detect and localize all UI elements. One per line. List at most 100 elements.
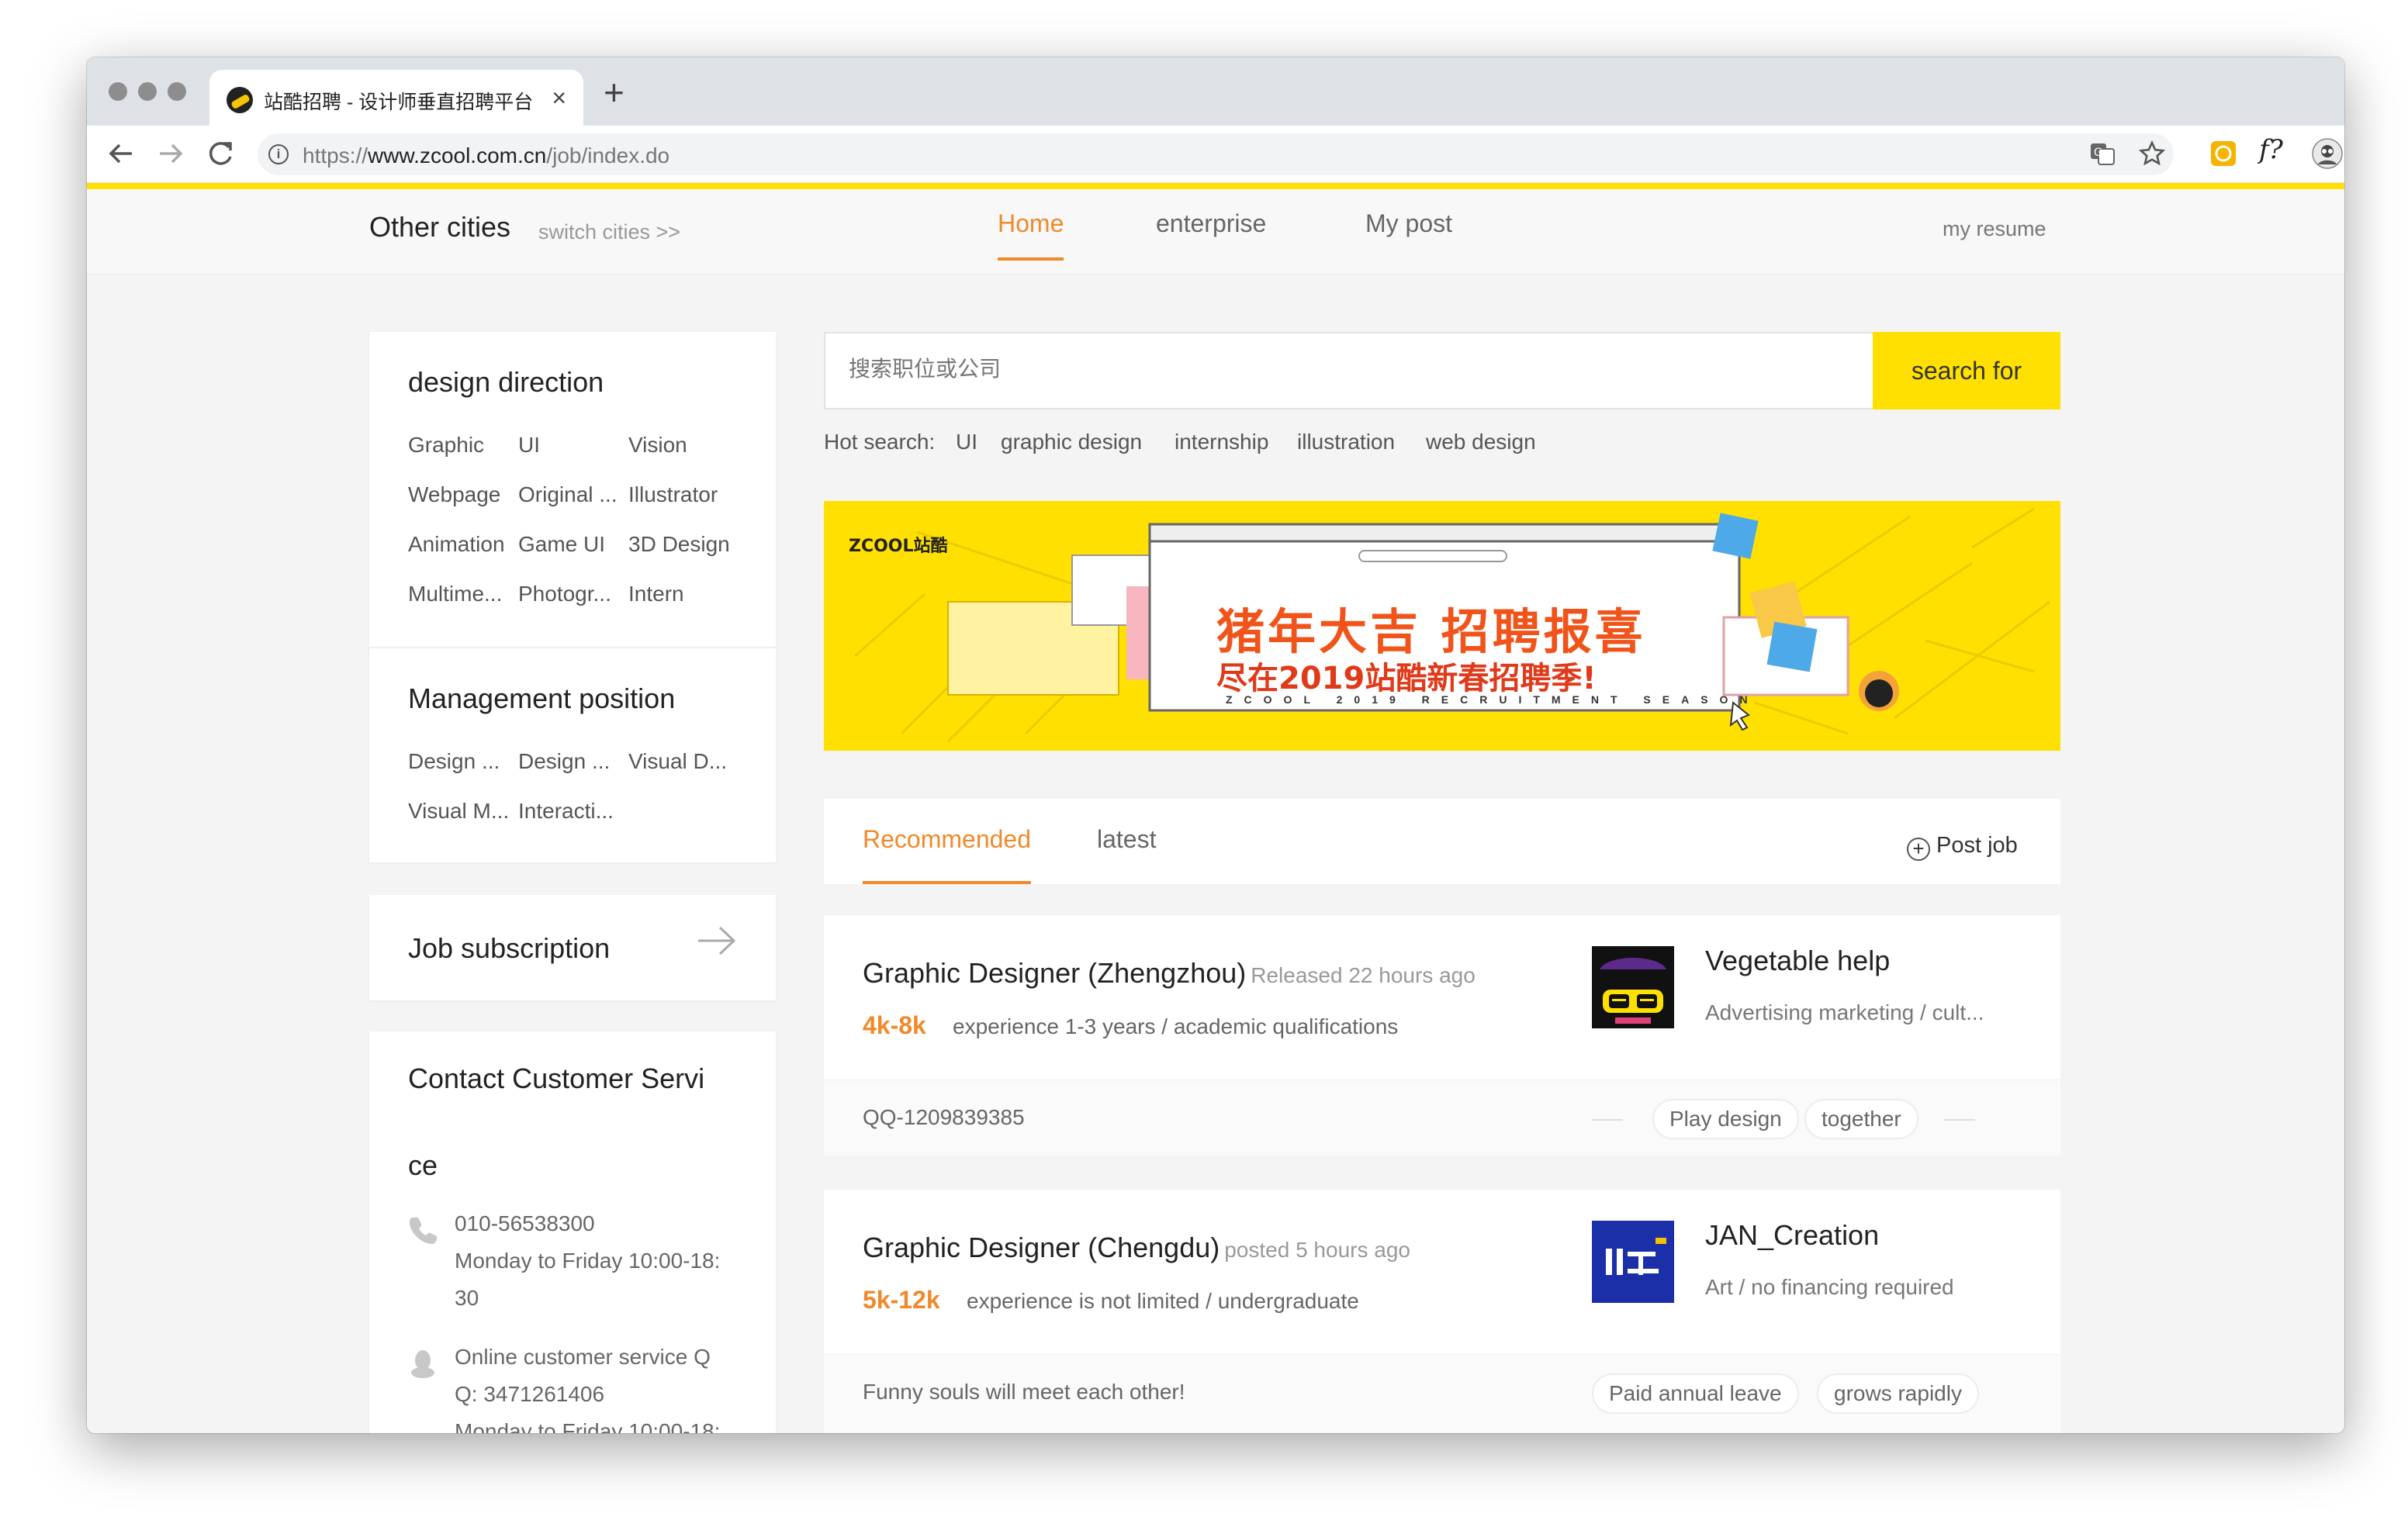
address-bar[interactable]: i https://www.zcool.com.cn/job/index.do … — [258, 133, 2174, 175]
filter-photography[interactable]: Photogr... — [518, 582, 623, 606]
filter-intern[interactable]: Intern — [628, 582, 745, 606]
contact-title-wrap: ce — [408, 1149, 438, 1181]
tab-close-icon[interactable]: × — [552, 82, 566, 113]
filter-visual-director[interactable]: Visual D... — [628, 749, 745, 774]
hot-search-label: Hot search: — [824, 430, 936, 454]
arrow-right-icon — [695, 923, 739, 962]
qq-hours: Monday to Friday 10:00-18: — [455, 1419, 721, 1433]
job-tag: together — [1804, 1099, 1918, 1139]
qq-service: Online customer service Q — [455, 1345, 711, 1369]
design-direction-card: design direction Graphic UI Vision Webpa… — [369, 332, 776, 862]
job-subscription-label: Job subscription — [408, 932, 611, 964]
contact-title: Contact Customer Servi — [408, 1062, 705, 1094]
plus-circle-icon: + — [1907, 838, 1930, 861]
phone-icon — [408, 1214, 438, 1248]
tab-recommended[interactable]: Recommended — [863, 825, 1031, 884]
qq-icon — [408, 1348, 438, 1383]
job-card-footer: Funny souls will meet each other! Paid a… — [824, 1354, 2060, 1433]
filter-webpage[interactable]: Webpage — [408, 482, 513, 507]
reload-icon[interactable] — [205, 136, 236, 178]
hot-search-ui[interactable]: UI — [956, 430, 977, 454]
filter-graphic[interactable]: Graphic — [408, 433, 509, 458]
company-logo[interactable] — [1592, 946, 1674, 1028]
maximize-window-button[interactable] — [168, 82, 186, 101]
hot-search-web-design[interactable]: web design — [1426, 430, 1536, 454]
job-tag: Paid annual leave — [1592, 1373, 1799, 1414]
zcool-favicon-icon — [227, 87, 253, 113]
browser-toolbar: i https://www.zcool.com.cn/job/index.do … — [87, 126, 2344, 183]
tab-title: 站酷招聘 - 设计师垂直招聘平台 — [264, 92, 534, 113]
current-city: Other cities — [369, 211, 511, 243]
job-salary: 4k-8k — [863, 1011, 926, 1039]
filter-game-ui[interactable]: Game UI — [518, 532, 628, 557]
job-card-footer: QQ-1209839385 Play design together — [824, 1080, 2060, 1156]
filter-visual-manager[interactable]: Visual M... — [408, 799, 513, 824]
company-logo[interactable] — [1592, 1221, 1674, 1303]
switch-cities-link[interactable]: switch cities >> — [538, 220, 680, 244]
post-job-button[interactable]: + Post job — [1907, 833, 2018, 861]
tag-separator — [1592, 1119, 1623, 1121]
filter-multimedia[interactable]: Multime... — [408, 582, 513, 606]
info-icon[interactable]: i — [268, 144, 289, 164]
job-posted-time: Released 22 hours ago — [1251, 963, 1476, 987]
banner-tagline: ZCOOL 2019 RECRUITMENT SEASON — [1226, 693, 1759, 706]
phone-hours-wrap: 30 — [455, 1286, 479, 1310]
company-name[interactable]: JAN_Creation — [1705, 1219, 1879, 1252]
company-description: Advertising marketing / cult... — [1705, 1000, 1984, 1024]
job-tabs-bar: Recommended latest — [824, 799, 2060, 884]
job-tag: Play design — [1652, 1099, 1799, 1139]
job-card[interactable]: Graphic Designer (Zhengzhou) Released 22 … — [824, 915, 2060, 1156]
filter-interaction[interactable]: Interacti... — [518, 799, 627, 824]
tag-separator — [1944, 1119, 1975, 1121]
qq-number: Q: 3471261406 — [455, 1382, 605, 1406]
filter-illustrator[interactable]: Illustrator — [628, 482, 745, 507]
filter-animation[interactable]: Animation — [408, 532, 517, 557]
job-card[interactable]: Graphic Designer (Chengdu) posted 5 hours… — [824, 1190, 2060, 1433]
filter-ui[interactable]: UI — [518, 433, 619, 458]
nav-enterprise[interactable]: enterprise — [1156, 209, 1266, 238]
back-arrow-icon[interactable] — [106, 136, 137, 178]
hot-search-illustration[interactable]: illustration — [1297, 430, 1395, 454]
new-tab-button[interactable]: + — [604, 74, 624, 110]
profile-avatar-icon[interactable] — [2312, 138, 2343, 175]
filter-original[interactable]: Original ... — [518, 482, 628, 507]
translate-icon[interactable]: G — [2088, 140, 2116, 174]
hot-search-internship[interactable]: internship — [1175, 430, 1268, 454]
function-icon[interactable]: f? — [2259, 136, 2283, 163]
nav-my-post[interactable]: My post — [1365, 209, 1452, 238]
nav-home[interactable]: Home — [998, 209, 1064, 261]
tab-latest[interactable]: latest — [1097, 825, 1156, 854]
phone-number: 010-56538300 — [455, 1211, 595, 1235]
tab-strip: 站酷招聘 - 设计师垂直招聘平台 × + — [87, 57, 2344, 126]
minimize-window-button[interactable] — [138, 82, 157, 101]
job-posted-time: posted 5 hours ago — [1224, 1238, 1410, 1262]
browser-tab[interactable]: 站酷招聘 - 设计师垂直招聘平台 × — [209, 70, 583, 126]
hot-search-graphic-design[interactable]: graphic design — [1001, 430, 1142, 454]
filter-3d-design[interactable]: 3D Design — [628, 532, 745, 557]
sidebar-divider — [369, 647, 776, 648]
management-title: Management position — [408, 682, 676, 714]
extension-icon[interactable] — [2209, 140, 2237, 174]
job-title[interactable]: Graphic Designer (Zhengzhou) Released 22 … — [863, 957, 1476, 990]
search-button[interactable]: search for — [1873, 332, 2060, 409]
banner-subheadline: 尽在2019站酷新春招聘季! — [1216, 661, 1597, 696]
job-subscription-card[interactable]: Job subscription — [369, 895, 776, 1000]
filter-vision[interactable]: Vision — [628, 433, 745, 458]
banner-headline: 猪年大吉 招聘报喜 — [1216, 603, 1646, 660]
filter-design-manager[interactable]: Design ... — [408, 749, 513, 774]
company-name[interactable]: Vegetable help — [1705, 945, 1890, 977]
job-footer-text: Funny souls will meet each other! — [863, 1380, 1185, 1404]
site-header: Other cities switch cities >> Home enter… — [87, 189, 2344, 275]
filter-design-director[interactable]: Design ... — [518, 749, 623, 774]
forward-arrow-icon[interactable] — [155, 136, 186, 178]
brand-accent-bar — [87, 183, 2344, 189]
recruitment-banner[interactable]: ZCOOL站酷 猪年大吉 招聘报喜 尽在2019站酷新春招聘季! ZCOOL 2… — [824, 501, 2060, 751]
svg-text:G: G — [2094, 147, 2102, 159]
close-window-button[interactable] — [109, 82, 127, 101]
job-footer-text: QQ-1209839385 — [863, 1105, 1025, 1129]
job-title[interactable]: Graphic Designer (Chengdu) posted 5 hours… — [863, 1232, 1410, 1264]
star-icon[interactable] — [2138, 140, 2166, 174]
search-input[interactable] — [849, 357, 1780, 382]
url-text[interactable]: https://www.zcool.com.cn/job/index.do — [303, 143, 669, 168]
my-resume-link[interactable]: my resume — [1943, 217, 2046, 241]
